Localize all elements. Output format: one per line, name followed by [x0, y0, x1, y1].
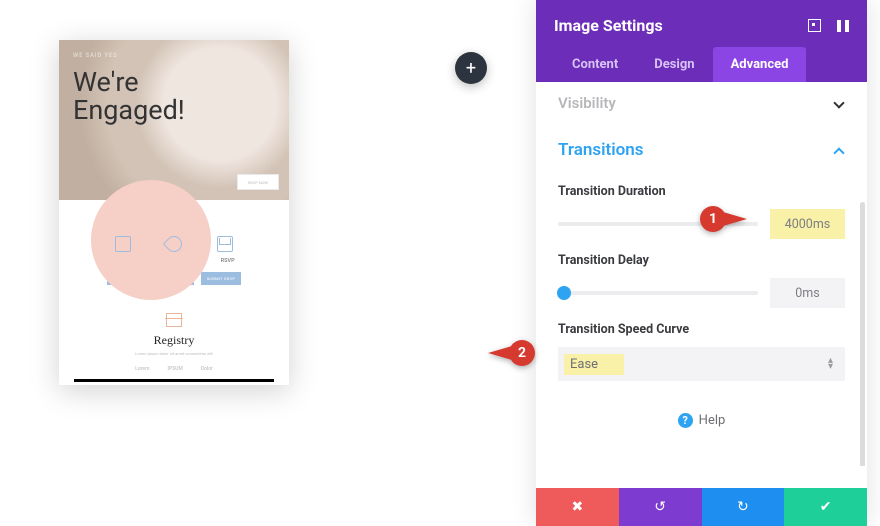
hero-tagline: WE SAID YES — [73, 52, 117, 59]
mail-icon — [217, 236, 233, 252]
hero-headline: We're Engaged! — [73, 68, 185, 125]
section-transitions[interactable]: Transitions — [558, 124, 845, 174]
panel-scrollbar[interactable] — [860, 202, 865, 466]
label-rsvp: RSVP — [221, 258, 235, 264]
duration-value[interactable]: 4000ms — [770, 209, 845, 239]
settings-panel: Image Settings Content Design Advanced V… — [536, 0, 867, 526]
registry-title: Registry — [59, 333, 289, 348]
redo-icon: ↻ — [737, 499, 749, 515]
label-transition-duration: Transition Duration — [558, 184, 845, 199]
section-visibility[interactable]: Visibility — [558, 82, 845, 124]
tab-design[interactable]: Design — [636, 47, 712, 82]
help-icon: ? — [678, 413, 693, 428]
gift-icon — [166, 313, 182, 327]
panel-title: Image Settings — [554, 16, 663, 35]
help-link[interactable]: ? Help — [558, 403, 845, 446]
curve-value: Ease — [564, 354, 624, 375]
headline-line2: Engaged! — [73, 94, 185, 126]
chevron-down-icon — [833, 97, 845, 109]
check-icon: ✔ — [820, 499, 832, 515]
panel-footer: ✖ ↺ ↻ ✔ — [536, 488, 867, 526]
delay-value[interactable]: 0ms — [770, 278, 845, 308]
redo-button[interactable]: ↻ — [702, 488, 785, 526]
tab-content[interactable]: Content — [554, 47, 636, 82]
delay-slider-thumb[interactable] — [557, 286, 571, 300]
panel-header: Image Settings Content Design Advanced — [536, 0, 867, 82]
label-transition-delay: Transition Delay — [558, 253, 845, 268]
snap-icon[interactable] — [837, 20, 849, 32]
cancel-button[interactable]: ✖ — [536, 488, 619, 526]
help-label: Help — [699, 413, 726, 428]
location-icon — [163, 233, 186, 256]
select-arrows-icon: ▴▾ — [828, 358, 833, 370]
undo-icon: ↺ — [654, 499, 666, 515]
panel-body: Visibility Transitions Transition Durati… — [536, 82, 867, 466]
label-transition-curve: Transition Speed Curve — [558, 322, 845, 337]
registry-section: Registry Lorem ipsum dolor sit amet cons… — [59, 313, 289, 372]
logo-row: Lorem IPSUM Dolor — [59, 366, 289, 372]
headline-line1: We're — [73, 66, 139, 98]
calendar-icon — [115, 236, 131, 252]
save-button[interactable]: ✔ — [784, 488, 867, 526]
annotation-2-bubble: 2 — [509, 340, 535, 366]
curve-select[interactable]: Ease ▴▾ — [558, 347, 845, 381]
chevron-up-icon — [833, 144, 845, 156]
preview-divider — [74, 379, 274, 382]
icon-row — [59, 236, 289, 252]
logo-c: Dolor — [201, 366, 213, 372]
logo-a: Lorem — [135, 366, 149, 372]
expand-icon[interactable] — [808, 19, 821, 32]
add-module-button[interactable]: + — [455, 52, 487, 84]
tab-advanced[interactable]: Advanced — [713, 47, 807, 82]
close-icon: ✖ — [572, 499, 584, 515]
mini-btn-c: SUBMIT RSVP — [201, 272, 241, 285]
annotation-1-arrow — [723, 212, 747, 226]
page-preview: WE SAID YES We're Engaged! RSVP NOW Save… — [59, 40, 289, 385]
settings-tabs: Content Design Advanced — [554, 47, 849, 82]
registry-sub: Lorem ipsum dolor sit amet consectetur e… — [59, 351, 289, 356]
hero-cta: RSVP NOW — [237, 174, 279, 190]
hero-image: WE SAID YES We're Engaged! RSVP NOW — [59, 40, 289, 200]
undo-button[interactable]: ↺ — [619, 488, 702, 526]
annotation-2: 2 — [488, 340, 535, 366]
section-visibility-label: Visibility — [558, 94, 616, 112]
logo-b: IPSUM — [167, 366, 182, 372]
section-transitions-label: Transitions — [558, 140, 643, 160]
delay-slider[interactable] — [558, 291, 758, 295]
annotation-1: 1 — [700, 206, 747, 232]
